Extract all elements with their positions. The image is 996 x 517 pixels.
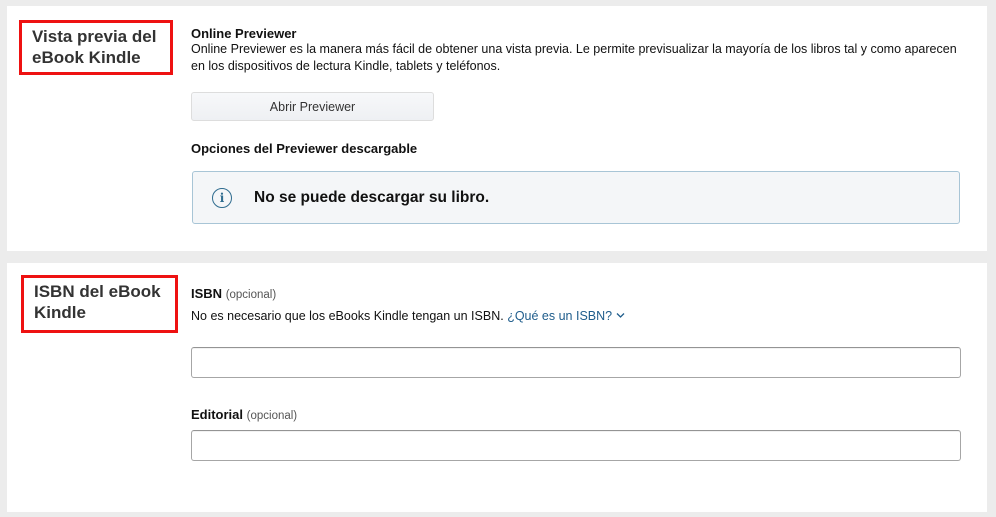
- section-label-preview: Vista previa del eBook Kindle: [19, 20, 173, 75]
- info-icon: i: [212, 187, 232, 208]
- chevron-down-icon: [616, 313, 625, 318]
- what-is-isbn-link-text: ¿Qué es un ISBN?: [507, 309, 613, 323]
- isbn-optional-note: (opcional): [225, 289, 277, 301]
- publisher-title: Editorial: [191, 407, 244, 422]
- what-is-isbn-link[interactable]: ¿Qué es un ISBN?: [507, 309, 625, 323]
- publisher-optional-note: (opcional): [246, 410, 298, 422]
- isbn-field-label: ISBN (opcional): [191, 286, 276, 301]
- isbn-title: ISBN: [191, 286, 223, 301]
- preview-card: Vista previa del eBook Kindle Online Pre…: [7, 6, 987, 251]
- section-label-isbn: ISBN del eBook Kindle: [21, 275, 178, 333]
- online-previewer-description: Online Previewer es la manera más fácil …: [191, 42, 957, 73]
- downloadable-previewer-title: Opciones del Previewer descargable: [191, 141, 418, 156]
- download-alert-text: No se puede descargar su libro.: [254, 188, 490, 206]
- publisher-field-label: Editorial (opcional): [191, 407, 297, 422]
- publisher-input[interactable]: [191, 430, 961, 461]
- isbn-description: No es necesario que los eBooks Kindle te…: [191, 309, 504, 323]
- open-previewer-button[interactable]: Abrir Previewer: [191, 92, 434, 121]
- isbn-input[interactable]: [191, 347, 961, 378]
- download-alert: i No se puede descargar su libro.: [192, 171, 960, 224]
- isbn-description-line: No es necesario que los eBooks Kindle te…: [191, 308, 625, 325]
- online-previewer-title: Online Previewer: [191, 26, 297, 41]
- isbn-card: ISBN del eBook Kindle ISBN (opcional) No…: [7, 263, 987, 512]
